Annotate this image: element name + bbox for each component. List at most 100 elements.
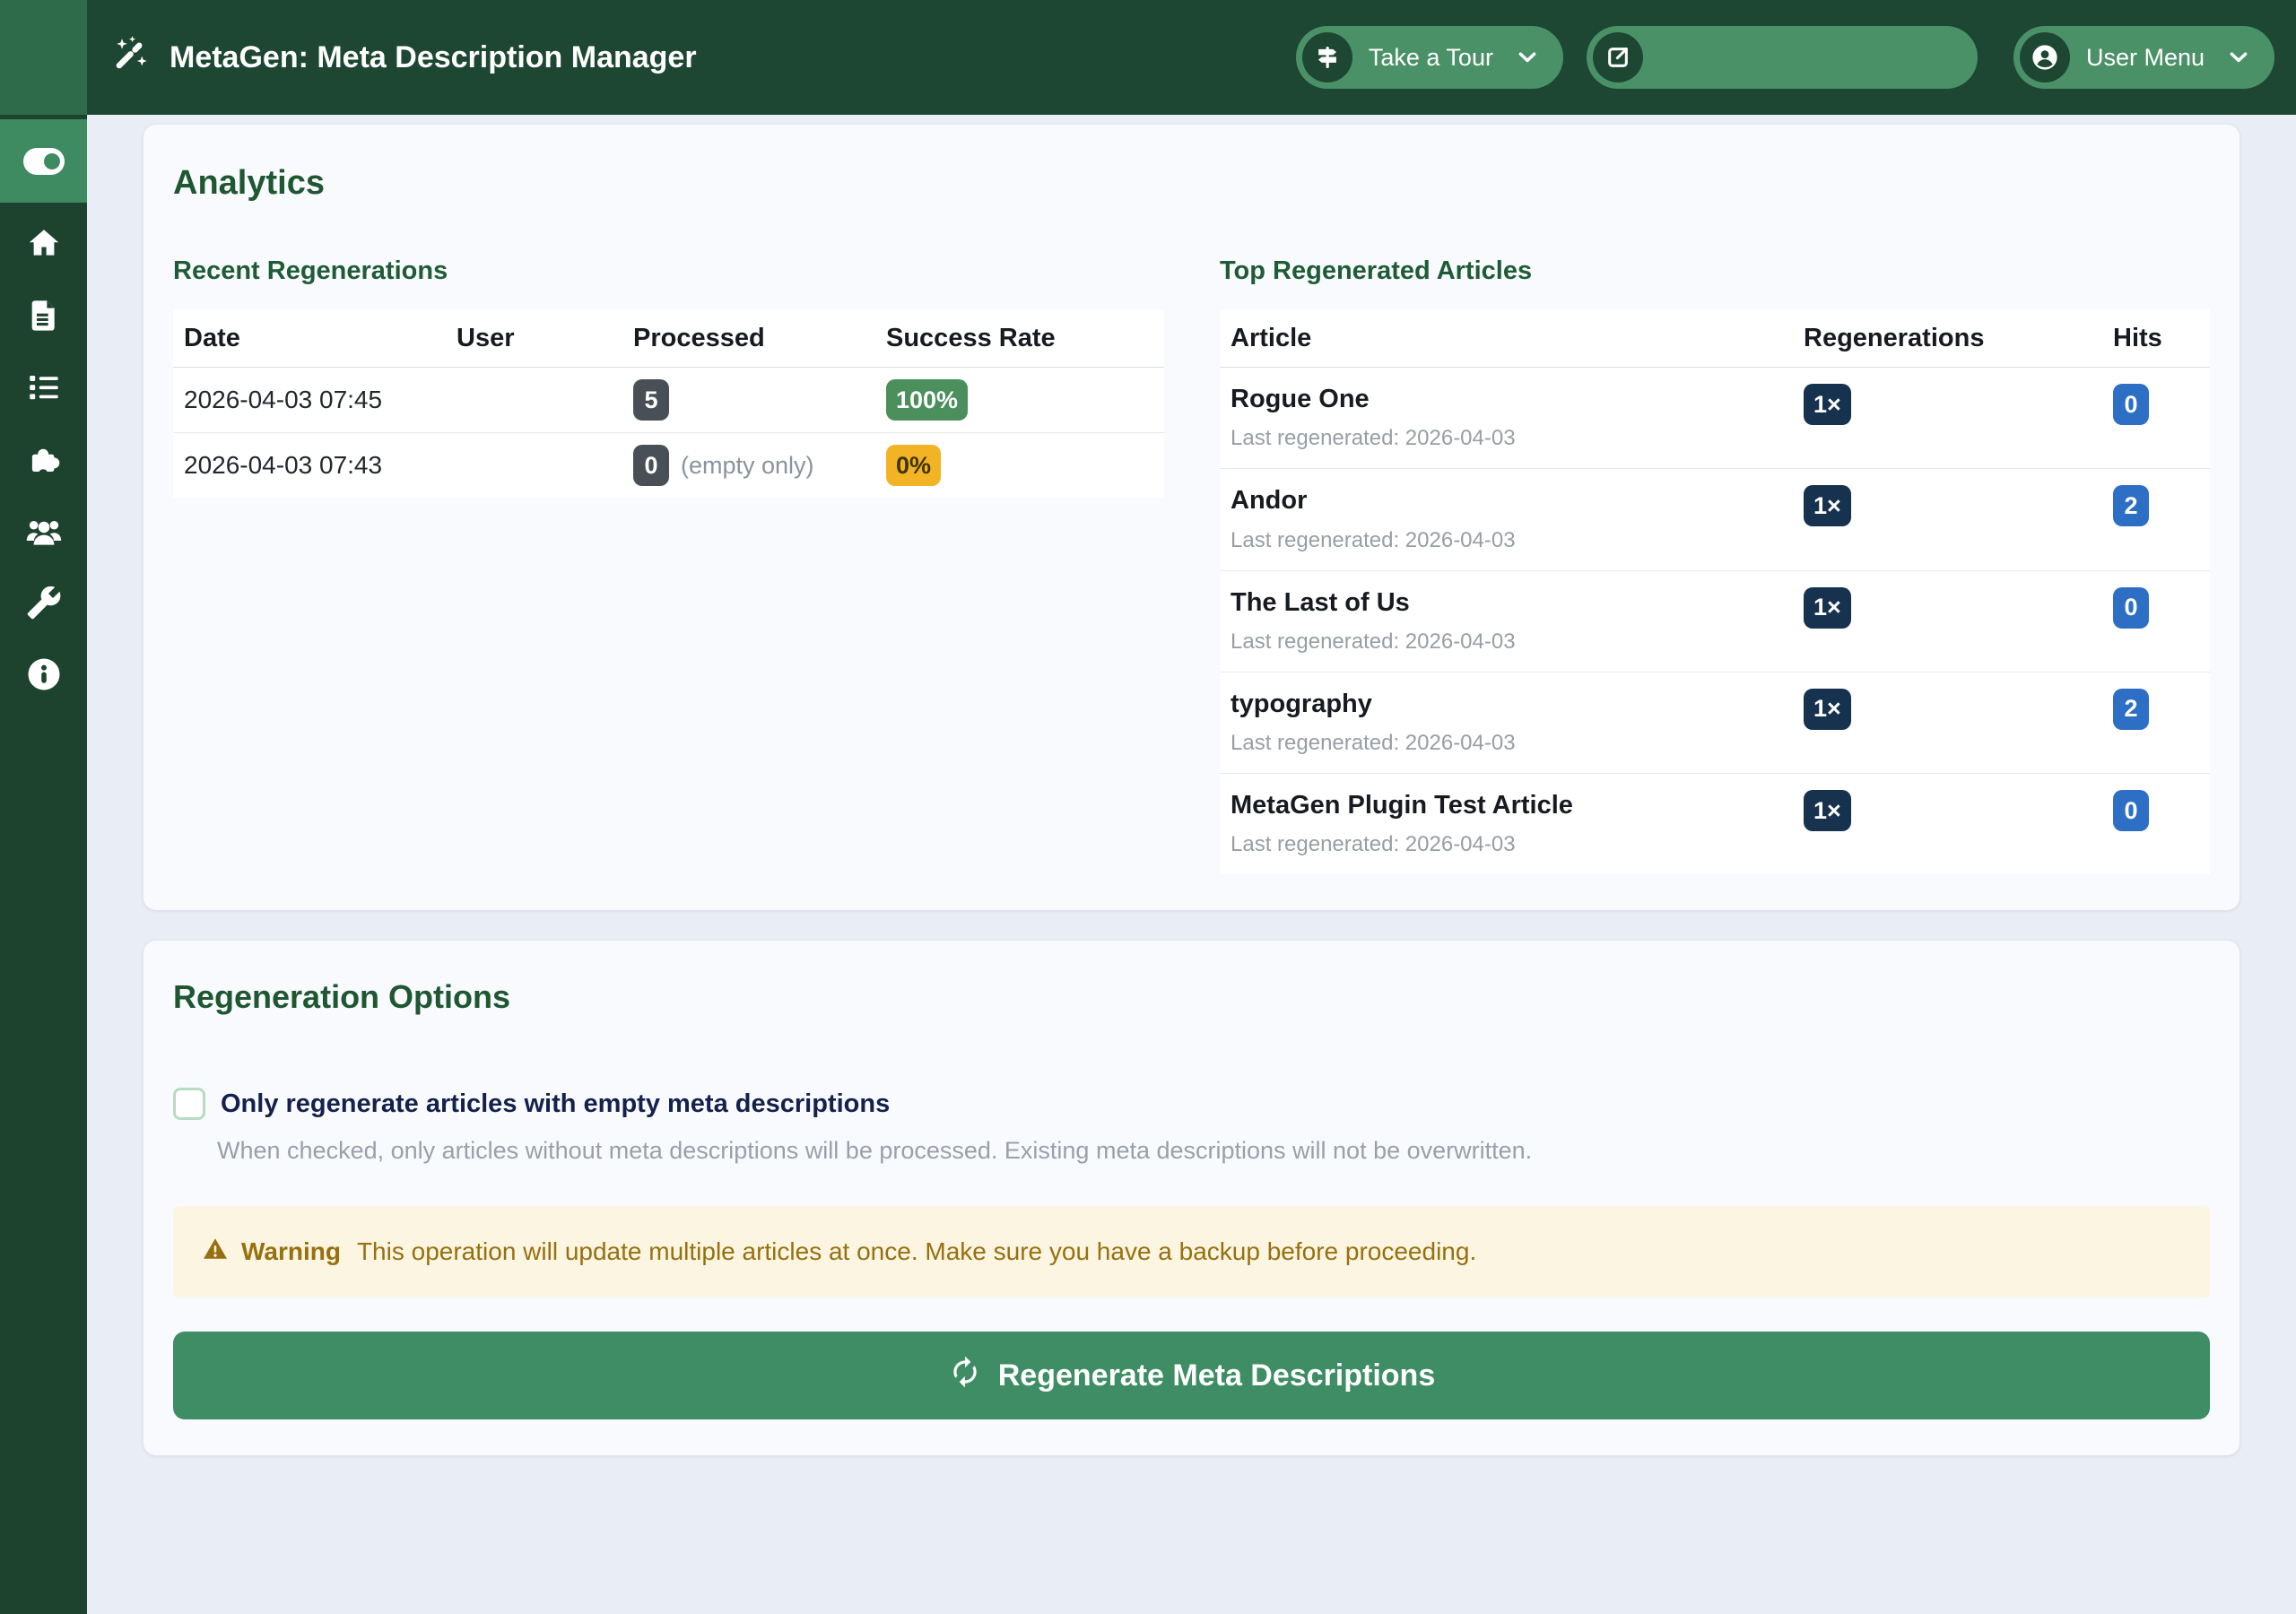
article-row: typography Last regenerated: 2026-04-03 … — [1220, 672, 2210, 774]
signpost-icon — [1302, 32, 1352, 82]
column-header-regenerations: Regenerations — [1804, 324, 2113, 353]
info-icon — [25, 655, 63, 693]
column-header-user: User — [457, 324, 633, 353]
regenerations-badge: 1× — [1804, 790, 1851, 831]
recent-regenerations-section: Recent Regenerations Date User Processed… — [173, 256, 1164, 498]
top-regenerated-table: Article Regenerations Hits Rogue One Las… — [1220, 309, 2210, 874]
table-header-row: Article Regenerations Hits — [1220, 309, 2210, 368]
column-header-hits: Hits — [2113, 324, 2210, 353]
hits-badge: 0 — [2113, 384, 2149, 425]
table-header-row: Date User Processed Success Rate — [173, 309, 1164, 368]
external-link-icon — [1593, 32, 1643, 82]
article-row: MetaGen Plugin Test Article Last regener… — [1220, 774, 2210, 874]
article-last-regenerated: Last regenerated: 2026-04-03 — [1231, 832, 1804, 857]
app-root: MetaGen: Meta Description Manager Take a… — [0, 0, 2296, 1614]
article-last-regenerated: Last regenerated: 2026-04-03 — [1231, 426, 1804, 451]
article-title: Andor — [1231, 484, 1804, 516]
sidebar-item-users[interactable] — [0, 495, 87, 567]
user-menu-label: User Menu — [2086, 44, 2205, 72]
regenerations-badge: 1× — [1804, 485, 1851, 526]
page-title: MetaGen: Meta Description Manager — [170, 40, 697, 75]
sidebar-item-info[interactable] — [0, 638, 87, 710]
chevron-down-icon — [1515, 45, 1540, 70]
analytics-card: Analytics Recent Regenerations Date User… — [144, 125, 2239, 910]
warning-label: Warning — [241, 1237, 341, 1266]
empty-only-checkbox-help: When checked, only articles without meta… — [217, 1137, 2210, 1165]
warning-text: This operation will update multiple arti… — [357, 1237, 1476, 1266]
article-row: Rogue One Last regenerated: 2026-04-03 1… — [1220, 368, 2210, 469]
column-header-success-rate: Success Rate — [886, 324, 1164, 353]
hits-badge: 0 — [2113, 790, 2149, 831]
users-icon — [24, 511, 64, 551]
warning-banner: Warning This operation will update multi… — [173, 1206, 2210, 1297]
regenerate-button-label: Regenerate Meta Descriptions — [998, 1358, 1436, 1393]
top-bar: MetaGen: Meta Description Manager Take a… — [87, 0, 2296, 115]
sidebar-item-plugins[interactable] — [0, 423, 87, 495]
top-regenerated-title: Top Regenerated Articles — [1220, 256, 2210, 286]
article-title: The Last of Us — [1231, 586, 1804, 619]
puzzle-icon — [25, 440, 63, 478]
regenerate-button[interactable]: Regenerate Meta Descriptions — [173, 1332, 2210, 1419]
table-row: 2026-04-03 07:43 0 (empty only) 0% — [173, 433, 1164, 498]
column-header-date: Date — [173, 324, 457, 353]
magic-wand-icon — [110, 33, 152, 82]
regenerations-badge: 1× — [1804, 384, 1851, 425]
table-row: 2026-04-03 07:45 5 100% — [173, 368, 1164, 433]
cell-date: 2026-04-03 07:43 — [173, 451, 457, 480]
article-last-regenerated: Last regenerated: 2026-04-03 — [1231, 731, 1804, 756]
column-header-article: Article — [1220, 324, 1804, 353]
sidebar-item-toggle[interactable] — [0, 119, 87, 203]
processed-note: (empty only) — [681, 452, 814, 480]
article-title: MetaGen Plugin Test Article — [1231, 789, 1804, 821]
empty-only-checkbox-label: Only regenerate articles with empty meta… — [221, 1089, 890, 1119]
processed-badge: 0 — [633, 445, 669, 486]
topbar-actions: Take a Tour User Menu — [1296, 26, 2274, 89]
article-row: The Last of Us Last regenerated: 2026-04… — [1220, 571, 2210, 672]
article-last-regenerated: Last regenerated: 2026-04-03 — [1231, 528, 1804, 553]
brand: MetaGen: Meta Description Manager — [110, 33, 697, 82]
regenerations-badge: 1× — [1804, 587, 1851, 629]
chevron-down-icon — [2226, 45, 2251, 70]
refresh-icon — [948, 1355, 982, 1397]
user-menu-button[interactable]: User Menu — [2013, 26, 2274, 89]
list-icon — [25, 369, 63, 406]
hits-badge: 2 — [2113, 485, 2149, 526]
sidebar-item-home[interactable] — [0, 208, 87, 280]
regeneration-options-card: Regeneration Options Only regenerate art… — [144, 941, 2239, 1455]
analytics-title: Analytics — [173, 164, 2210, 203]
processed-badge: 5 — [633, 379, 669, 421]
article-title: Rogue One — [1231, 383, 1804, 415]
toggle-icon — [22, 147, 65, 176]
recent-regenerations-table: Date User Processed Success Rate 2026-04… — [173, 309, 1164, 498]
empty-only-checkbox[interactable] — [173, 1088, 205, 1120]
recent-regenerations-title: Recent Regenerations — [173, 256, 1164, 286]
sidebar-logo-block — [0, 0, 87, 115]
wrench-icon — [26, 585, 62, 620]
home-icon — [25, 225, 63, 263]
main-content: Analytics Recent Regenerations Date User… — [87, 115, 2296, 1455]
hits-badge: 2 — [2113, 689, 2149, 730]
success-rate-badge: 0% — [886, 445, 941, 486]
external-link-button[interactable] — [1587, 26, 1978, 89]
take-a-tour-button[interactable]: Take a Tour — [1296, 26, 1563, 89]
sidebar-item-document[interactable] — [0, 280, 87, 351]
cell-date: 2026-04-03 07:45 — [173, 386, 457, 414]
document-icon — [26, 298, 62, 334]
success-rate-badge: 100% — [886, 379, 968, 421]
sidebar-nav — [0, 119, 87, 710]
sidebar — [0, 0, 87, 1614]
sidebar-item-tools[interactable] — [0, 567, 87, 638]
article-last-regenerated: Last regenerated: 2026-04-03 — [1231, 629, 1804, 655]
article-row: Andor Last regenerated: 2026-04-03 1× 2 — [1220, 469, 2210, 570]
regenerations-badge: 1× — [1804, 689, 1851, 730]
warning-triangle-icon — [202, 1236, 229, 1269]
empty-only-checkbox-row[interactable]: Only regenerate articles with empty meta… — [173, 1088, 2210, 1120]
take-a-tour-label: Take a Tour — [1369, 44, 1493, 72]
article-title: typography — [1231, 688, 1804, 720]
top-regenerated-section: Top Regenerated Articles Article Regener… — [1220, 256, 2210, 874]
sidebar-item-list[interactable] — [0, 351, 87, 423]
regeneration-options-title: Regeneration Options — [173, 978, 2210, 1016]
column-header-processed: Processed — [633, 324, 886, 353]
hits-badge: 0 — [2113, 587, 2149, 629]
user-avatar-icon — [2020, 32, 2070, 82]
